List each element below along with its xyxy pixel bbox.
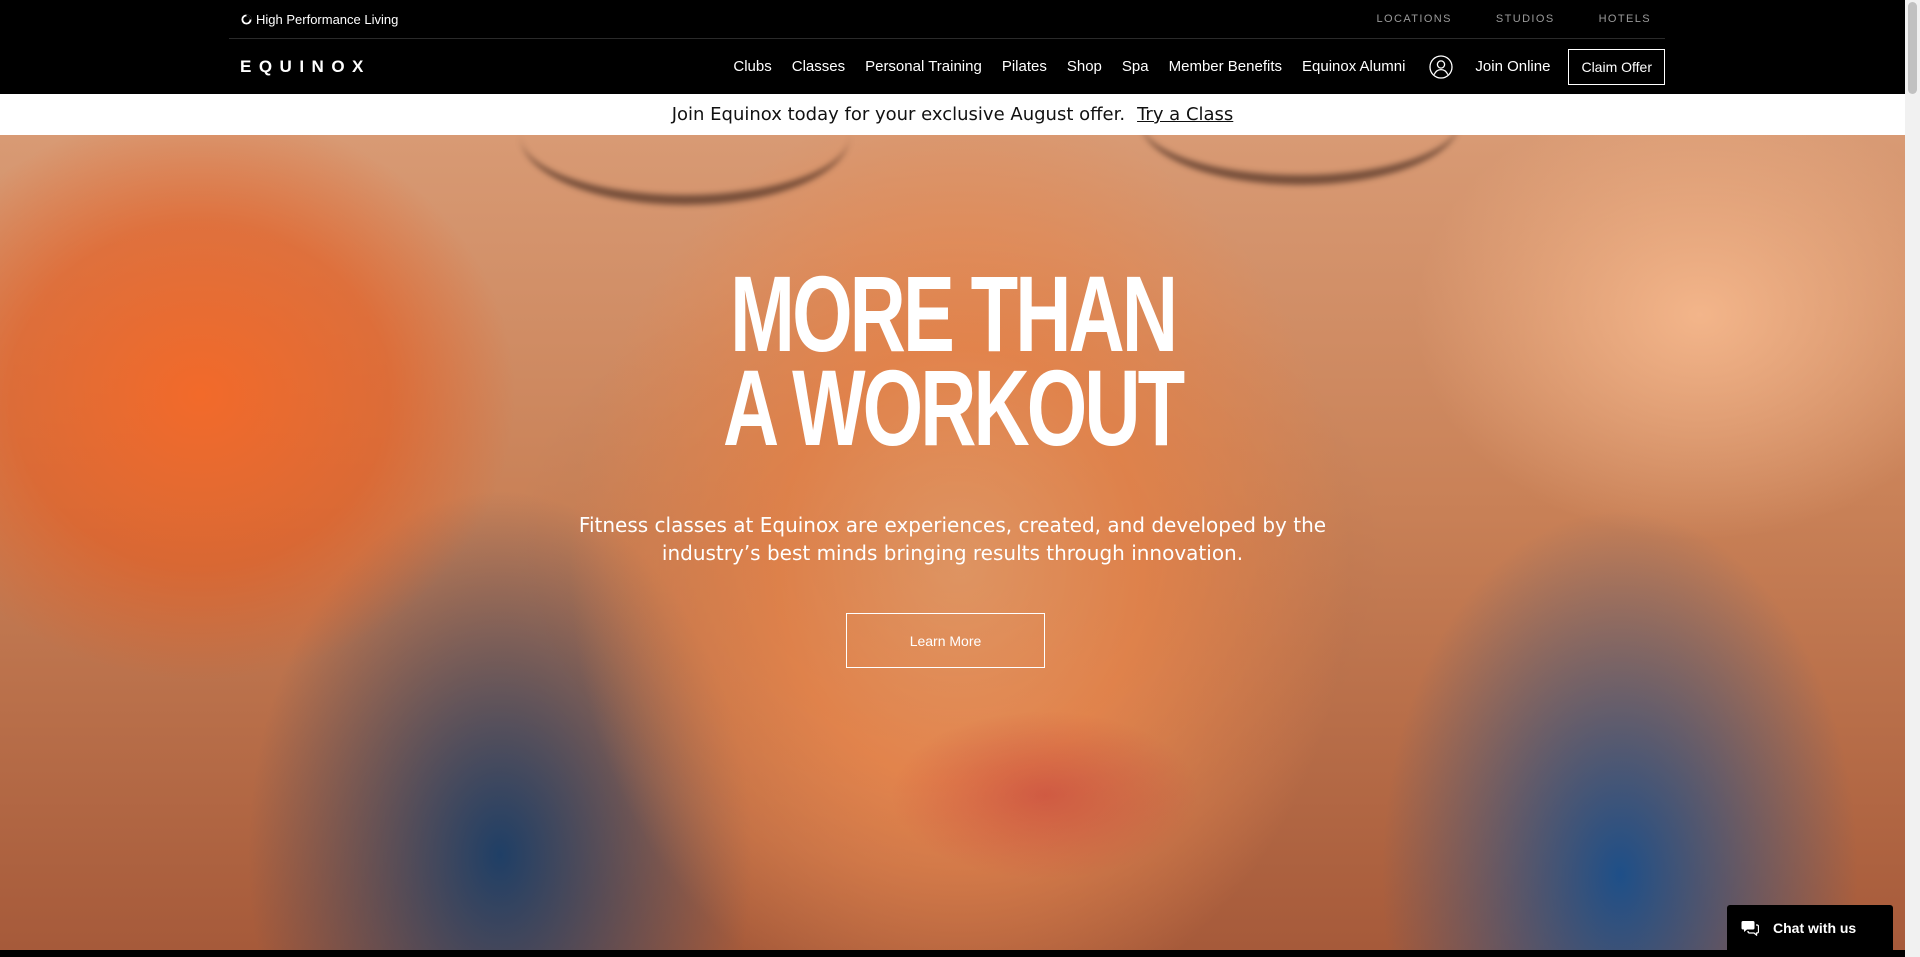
nav-item-pilates[interactable]: Pilates [1002, 58, 1047, 75]
nav-item-equinox-alumni[interactable]: Equinox Alumni [1302, 58, 1405, 75]
scrollbar-thumb[interactable] [1908, 2, 1917, 94]
hotels-link[interactable]: HOTELS [1599, 13, 1651, 25]
account-icon[interactable] [1429, 54, 1454, 79]
claim-offer-button[interactable]: Claim Offer [1568, 48, 1665, 85]
hero-subtitle: Fitness classes at Equinox are experienc… [0, 511, 1905, 567]
utility-bar-inner: High Performance Living LOCATIONS STUDIO… [229, 0, 1665, 39]
nav-links: Clubs Classes Personal Training Pilates … [733, 39, 1665, 94]
nav-item-clubs[interactable]: Clubs [733, 58, 771, 75]
main-navigation: EQUINOX Clubs Classes Personal Training … [0, 39, 1905, 94]
try-a-class-link[interactable]: Try a Class [1137, 104, 1233, 125]
studios-link[interactable]: STUDIOS [1496, 13, 1555, 25]
join-online-link[interactable]: Join Online [1475, 58, 1550, 75]
tagline-label: High Performance Living [256, 12, 399, 27]
hero-title-line-2: A WORKOUT [722, 347, 1185, 468]
hero-subtitle-line-2: industry’s best minds bringing results t… [661, 541, 1244, 565]
chat-label: Chat with us [1773, 920, 1857, 936]
promo-text: Join Equinox today for your exclusive Au… [671, 104, 1126, 125]
chat-widget-button[interactable]: Chat with us [1727, 905, 1893, 951]
high-performance-living-link[interactable]: High Performance Living [241, 12, 398, 27]
equinox-circle-icon [241, 14, 252, 25]
hero-title: MORE THAN A WORKOUT [267, 260, 1639, 468]
utility-links: LOCATIONS STUDIOS HOTELS [1377, 13, 1651, 25]
utility-bar: High Performance Living LOCATIONS STUDIO… [0, 0, 1905, 39]
chat-bubble-icon [1741, 921, 1759, 936]
hero-subtitle-line-1: Fitness classes at Equinox are experienc… [578, 513, 1327, 537]
promo-banner: Join Equinox today for your exclusive Au… [0, 94, 1905, 135]
nav-item-member-benefits[interactable]: Member Benefits [1169, 58, 1282, 75]
locations-link[interactable]: LOCATIONS [1377, 13, 1452, 25]
page-scrollbar[interactable] [1905, 0, 1920, 957]
nav-item-personal-training[interactable]: Personal Training [865, 58, 982, 75]
nav-item-shop[interactable]: Shop [1067, 58, 1102, 75]
equinox-logo[interactable]: EQUINOX [240, 57, 371, 77]
nav-item-classes[interactable]: Classes [792, 58, 845, 75]
hero-section: MORE THAN A WORKOUT Fitness classes at E… [0, 135, 1905, 950]
learn-more-button[interactable]: Learn More [846, 613, 1045, 668]
nav-item-spa[interactable]: Spa [1122, 58, 1149, 75]
